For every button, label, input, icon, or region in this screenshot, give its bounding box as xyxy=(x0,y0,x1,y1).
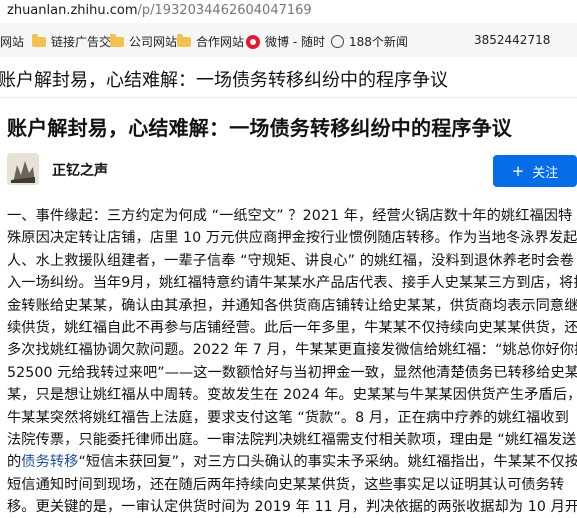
bookmarks-bar: 网站 链接广告交 公司网站 合作网站 微博 - 随时 188个新闻 385244… xyxy=(0,23,577,58)
bookmark-label: 微博 - 随时 xyxy=(265,35,325,49)
text-segment: 短信通知时间到现场，还在随后两年持续向史某某供货，这些事实足以证明其认可债务转 xyxy=(7,476,565,493)
paragraph-line: 牛某某突然将姚红福告上法庭，要求支付这笔 “货款”。8 月，正在病中疗养的姚红福… xyxy=(7,407,577,429)
url-text[interactable]: zhuanlan.zhihu.com/p/1932034462604047169 xyxy=(7,3,312,18)
follow-button[interactable]: + 关注 xyxy=(493,155,577,187)
bookmark-item[interactable]: 链接广告交 xyxy=(32,33,111,50)
article-body: 一、事件缘起：三方约定为何成 “一纸空文” ？2021 年，经营火锅店数十年的姚… xyxy=(7,205,577,518)
inline-link[interactable]: 债务转移 xyxy=(21,454,78,470)
bookmark-label: 合作网站 xyxy=(196,35,245,49)
text-segment: 人、水上救援队组建者，一辈子信奉 “守规矩、讲良心” 的姚红福，没料到退休养老时… xyxy=(7,252,575,269)
bookmark-item[interactable]: 网站 xyxy=(0,33,24,50)
paragraph-line: 人、水上救援队组建者，一辈子信奉 “守规矩、讲良心” 的姚红福，没料到退休养老时… xyxy=(7,250,577,272)
text-segment: 的 xyxy=(7,454,22,471)
plus-icon: + xyxy=(511,162,525,180)
text-segment: 移。更关键的是，一审认定供货时间为 2019 年 11 月，判决依据的两张收据却… xyxy=(7,499,577,516)
paragraph-line: 一、事件缘起：三方约定为何成 “一纸空文” ？2021 年，经营火锅店数十年的姚… xyxy=(7,205,577,227)
paragraph-line: 续供货，姚红福自此不再参与店铺经营。此后一年多里，牛某某不仅持续向史某某供货，还 xyxy=(7,317,577,339)
folder-icon xyxy=(110,33,124,47)
avatar[interactable] xyxy=(7,153,39,185)
text-segment: 多次找姚红福协调欠款问题。2022 年 7 月，牛某某更直接发微信给姚红福：“姚… xyxy=(7,342,577,359)
sticky-title: 账户解封易，心结难解：一场债务转移纠纷中的程序争议 xyxy=(0,70,448,91)
bookmark-item[interactable]: 合作网站 xyxy=(177,33,244,50)
paragraph-line: 金转账给史某某，确认由其承担，并通知各供货商店铺转让给史某某，供货商均表示同意继 xyxy=(7,295,577,317)
bookmark-item[interactable]: 公司网站 xyxy=(110,33,177,50)
text-segment: 牛某某突然将姚红福告上法庭，要求支付这笔 “货款”。8 月，正在病中疗养的姚红福… xyxy=(7,409,569,426)
globe-icon xyxy=(331,35,344,48)
paragraph-line: 多次找姚红福协调欠款问题。2022 年 7 月，牛某某更直接发微信给姚红福：“姚… xyxy=(7,339,577,361)
text-segment: 法院传票，只能委托律师出庭。一审法院判决姚红福需支付相关款项，理由是 “姚红福发… xyxy=(7,431,577,448)
url-host: zhuanlan.zhihu.com xyxy=(7,3,138,18)
bookmark-label: 3852442718 xyxy=(474,33,551,47)
sticky-header: 账户解封易，心结难解：一场债务转移纠纷中的程序争议 xyxy=(0,57,577,98)
paragraph-line: 52500 元给我转过来吧”——这一数额恰好与当初押金一致，显然他清楚债务已转移… xyxy=(7,362,577,384)
paragraph-line: 殊原因决定转让店铺，店里 10 万元供应商押金按行业惯例随店转移。作为当地冬泳界… xyxy=(7,227,577,249)
article-title: 账户解封易，心结难解：一场债务转移纠纷中的程序争议 xyxy=(7,116,512,140)
weibo-icon xyxy=(246,34,260,49)
bookmark-item[interactable]: 3852442718 xyxy=(474,33,550,47)
paragraph-line: 某，只是想让姚红福从中周转。变故发生在 2024 年。史某某与牛某某因供货产生矛… xyxy=(7,384,577,406)
paragraph-line: 入一场纠纷。当年9月，姚红福特意约请牛某某水产品店代表、接手人史某某三方到店，将… xyxy=(7,272,577,294)
folder-icon xyxy=(32,33,46,47)
address-bar[interactable]: zhuanlan.zhihu.com/p/1932034462604047169 xyxy=(0,0,577,23)
author-name[interactable]: 正钇之声 xyxy=(52,160,108,180)
follow-label: 关注 xyxy=(532,165,559,181)
bookmark-label: 链接广告交 xyxy=(51,35,112,49)
text-segment: 入一场纠纷。当年9月，姚红福特意约请牛某某水产品店代表、接手人史某某三方到店，将… xyxy=(7,275,577,292)
folder-icon xyxy=(177,33,191,47)
text-segment: 续供货，姚红福自此不再参与店铺经营。此后一年多里，牛某某不仅持续向史某某供货，还 xyxy=(7,319,577,336)
paragraph-line: 法院传票，只能委托律师出庭。一审法院判决姚红福需支付相关款项，理由是 “姚红福发… xyxy=(7,429,577,451)
text-segment: “短信未获回复”，对三方口头确认的事实未予采纳。姚红福指出，牛某某不仅按 xyxy=(78,454,577,471)
text-segment: 金转账给史某某，确认由其承担，并通知各供货商店铺转让给史某某，供货商均表示同意继 xyxy=(7,297,577,314)
bookmark-label: 188个新闻 xyxy=(349,35,408,49)
url-path: /p/1932034462604047169 xyxy=(137,3,312,18)
bookmark-item[interactable]: 微博 - 随时 xyxy=(246,33,325,50)
text-segment: 殊原因决定转让店铺，店里 10 万元供应商押金按行业惯例随店转移。作为当地冬泳界… xyxy=(7,230,577,247)
paragraph-line: 的债务转移“短信未获回复”，对三方口头确认的事实未予采纳。姚红福指出，牛某某不仅… xyxy=(7,451,577,473)
bookmark-label: 网站 xyxy=(0,35,25,49)
paragraph-line: 移。更关键的是，一审认定供货时间为 2019 年 11 月，判决依据的两张收据却… xyxy=(7,496,577,518)
text-segment: 52500 元给我转过来吧”——这一数额恰好与当初押金一致，显然他清楚债务已转移… xyxy=(7,364,577,381)
text-segment: 一、事件缘起：三方约定为何成 “一纸空文” ？2021 年，经营火锅店数十年的姚… xyxy=(7,208,573,224)
paragraph-line: 短信通知时间到现场，还在随后两年持续向史某某供货，这些事实足以证明其认可债务转 xyxy=(7,474,577,496)
bookmark-label: 公司网站 xyxy=(129,35,178,49)
avatar-image xyxy=(7,153,39,185)
text-segment: 某，只是想让姚红福从中周转。变故发生在 2024 年。史某某与牛某某因供货产生矛… xyxy=(7,387,577,404)
bookmark-item[interactable]: 188个新闻 xyxy=(331,33,408,50)
